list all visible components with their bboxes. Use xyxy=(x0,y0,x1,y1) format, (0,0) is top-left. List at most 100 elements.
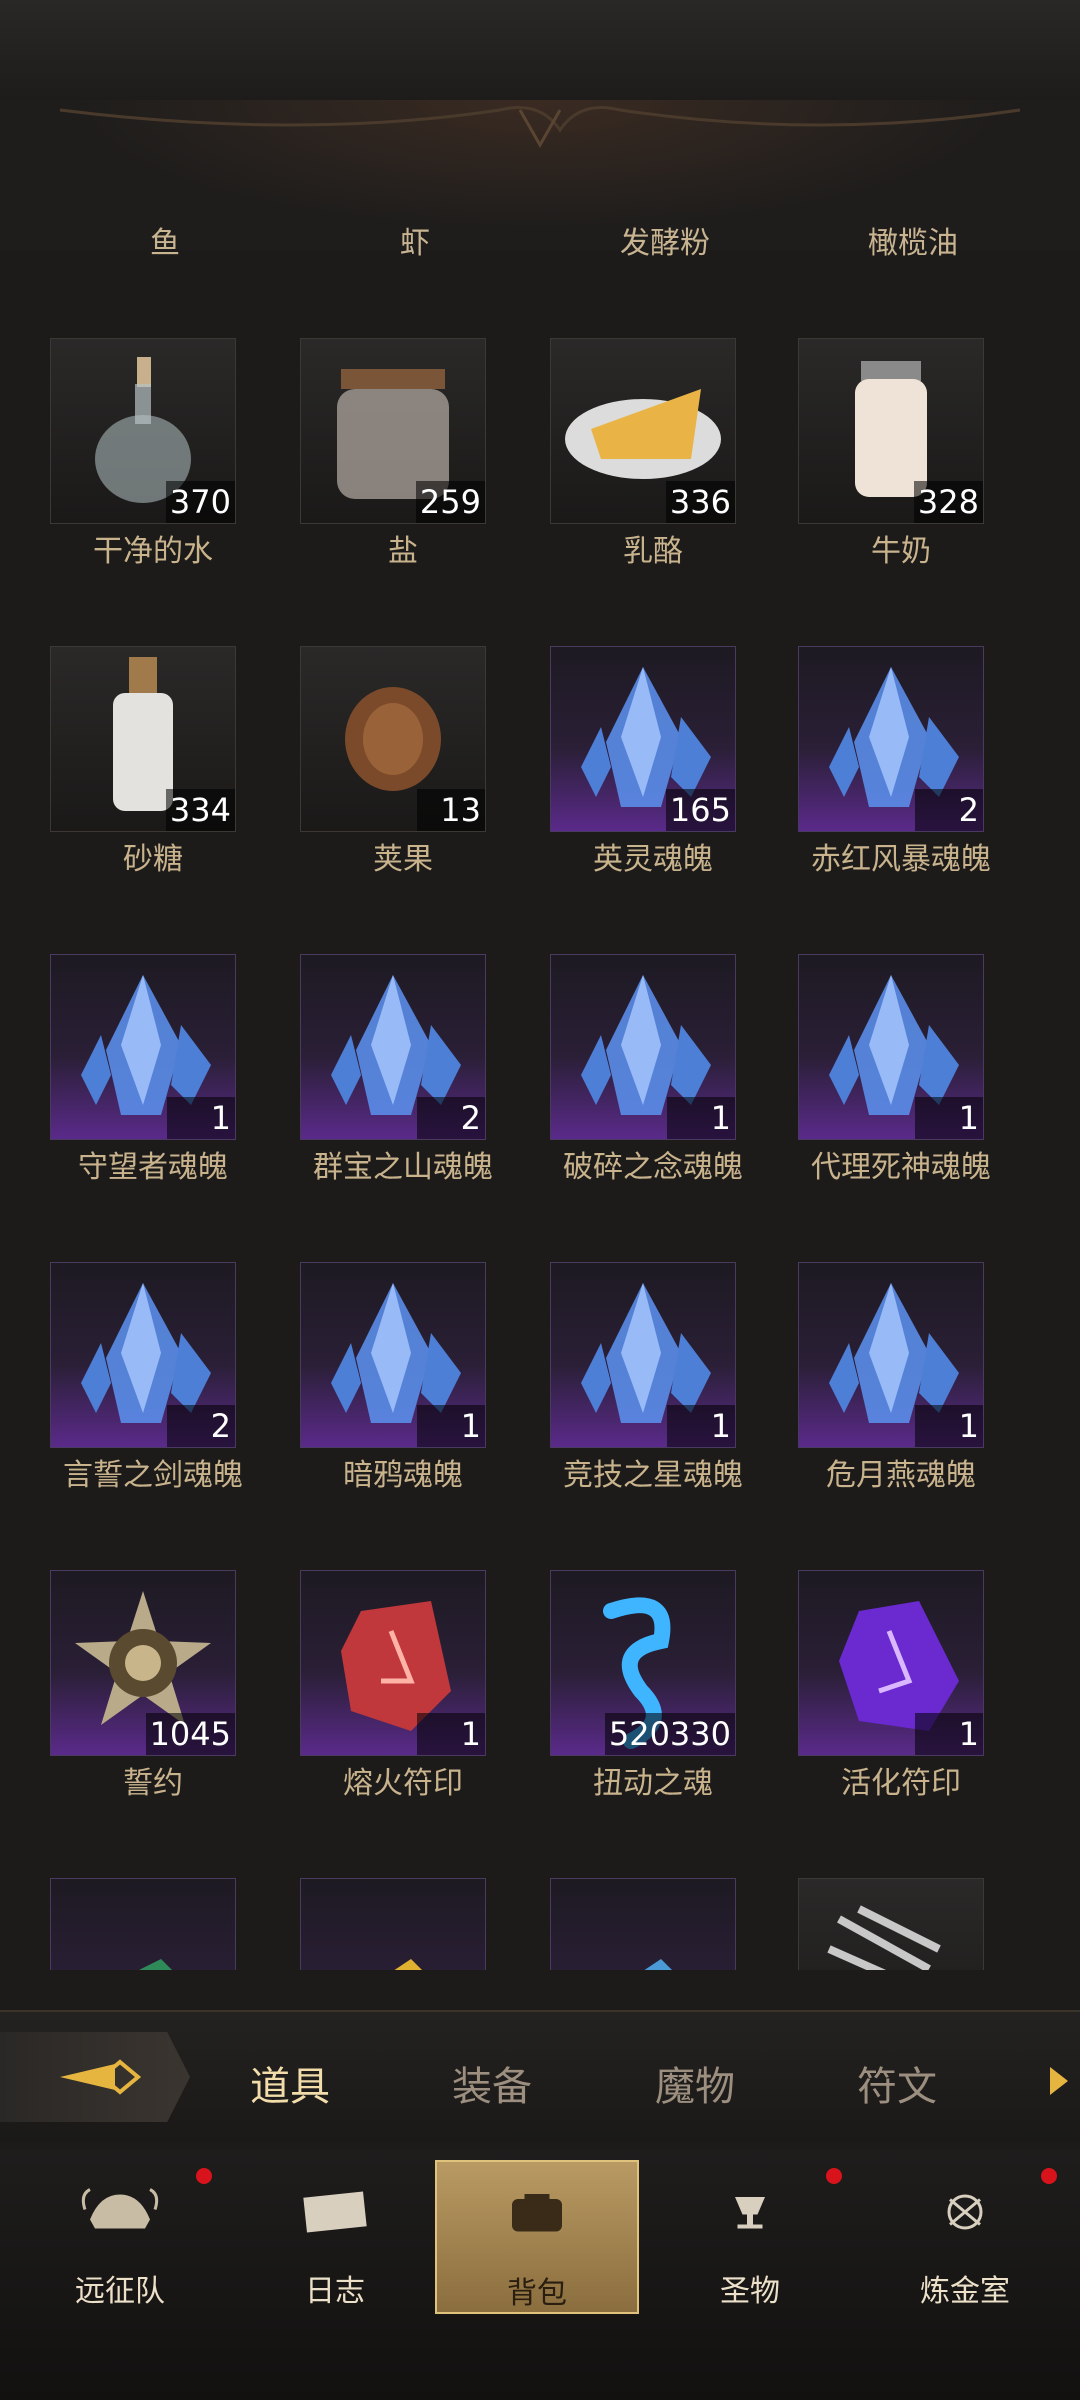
item-name: 言誓之剑魂魄 xyxy=(63,1458,243,1493)
item-name: 群宝之山魂魄 xyxy=(313,1150,493,1185)
item-slot[interactable] xyxy=(550,1878,736,1970)
item-name: 乳酪 xyxy=(623,534,683,569)
item-slot[interactable]: 1 xyxy=(50,954,236,1140)
item-slot[interactable]: 165 xyxy=(550,646,736,832)
inventory-item[interactable]: 328 牛奶 xyxy=(776,330,1026,590)
nav-item[interactable]: 圣物 xyxy=(650,2160,850,2310)
bottom-nav: 远征队 日志 背包 圣物 炼金室 xyxy=(0,2150,1080,2400)
inventory-item[interactable]: 1 活化符印 xyxy=(776,1562,1026,1822)
inventory-item[interactable]: 520330 扭动之魂 xyxy=(528,1562,778,1822)
nav-label: 炼金室 xyxy=(920,2274,1010,2309)
item-name: 扭动之魂 xyxy=(593,1766,713,1801)
item-name: 守望者魂魄 xyxy=(78,1150,228,1185)
item-count: 1 xyxy=(417,1713,485,1755)
item-count: 1 xyxy=(667,1405,735,1447)
inventory-item[interactable]: 259 盐 xyxy=(278,330,528,590)
inventory-item[interactable]: 165 英灵魂魄 xyxy=(528,638,778,898)
inventory-item[interactable]: 1 守望者魂魄 xyxy=(28,946,278,1206)
item-slot[interactable]: 1 xyxy=(300,1262,486,1448)
inventory-item[interactable]: 2 群宝之山魂魄 xyxy=(278,946,528,1206)
item-name: 盐 xyxy=(388,534,418,569)
inventory-item[interactable]: 1 熔火符印 xyxy=(278,1562,528,1822)
item-slot[interactable]: 1 xyxy=(550,954,736,1140)
item-count: 259 xyxy=(415,481,485,523)
item-name: 熔火符印 xyxy=(343,1766,463,1801)
helmet-icon xyxy=(80,2172,160,2252)
nav-item[interactable]: 背包 xyxy=(435,2160,639,2314)
back-button[interactable] xyxy=(0,2032,190,2122)
inventory-item[interactable]: 2 言誓之剑魂魄 xyxy=(28,1254,278,1514)
tab-props[interactable]: 道具 xyxy=(250,2054,330,2112)
item-slot[interactable]: 1 xyxy=(798,954,984,1140)
item-name: 赤红风暴魂魄 xyxy=(811,842,991,877)
inventory-item[interactable] xyxy=(28,1870,278,1970)
header-label-3: 橄榄油 xyxy=(868,226,958,261)
nav-item[interactable]: 日志 xyxy=(235,2160,435,2310)
inventory-item[interactable]: 336 乳酪 xyxy=(528,330,778,590)
inventory-item[interactable]: 1 代理死神魂魄 xyxy=(776,946,1026,1206)
item-count: 13 xyxy=(417,789,485,831)
inventory-item[interactable]: 1 竞技之星魂魄 xyxy=(528,1254,778,1514)
tab-runes[interactable]: 符文 xyxy=(857,2054,937,2112)
item-slot[interactable]: 259 xyxy=(300,338,486,524)
item-slot[interactable]: 328 xyxy=(798,338,984,524)
item-count: 1 xyxy=(167,1097,235,1139)
chevron-right-icon[interactable] xyxy=(1050,2067,1068,2095)
item-slot[interactable]: 2 xyxy=(50,1262,236,1448)
inventory-item[interactable]: 1045 誓约 xyxy=(28,1562,278,1822)
nav-label: 日志 xyxy=(305,2274,365,2309)
inventory-item[interactable] xyxy=(278,1870,528,1970)
nav-label: 远征队 xyxy=(75,2274,165,2309)
item-slot[interactable]: 334 xyxy=(50,646,236,832)
item-count: 336 xyxy=(665,481,735,523)
item-name: 代理死神魂魄 xyxy=(811,1150,991,1185)
inventory-grid: 370 干净的水 259 盐 336 乳酪 328 牛奶 334 砂糖 13 荚果 165 英灵魂魄 2 赤红… xyxy=(0,330,1080,1970)
item-name: 暗鸦魂魄 xyxy=(343,1458,463,1493)
scroll-icon xyxy=(295,2172,375,2252)
item-slot[interactable]: 1 xyxy=(798,1262,984,1448)
item-name: 英灵魂魄 xyxy=(593,842,713,877)
item-slot[interactable] xyxy=(798,1878,984,1970)
item-slot[interactable]: 520330 xyxy=(550,1570,736,1756)
inventory-item[interactable]: 1 破碎之念魂魄 xyxy=(528,946,778,1206)
tab-equipment[interactable]: 装备 xyxy=(452,2054,532,2112)
item-count: 2 xyxy=(417,1097,485,1139)
inventory-item[interactable]: 13 荚果 xyxy=(278,638,528,898)
inventory-item[interactable]: 334 砂糖 xyxy=(28,638,278,898)
chalice-icon xyxy=(710,2172,790,2252)
item-slot[interactable]: 1 xyxy=(300,1570,486,1756)
inventory-item[interactable]: 2 赤红风暴魂魄 xyxy=(776,638,1026,898)
inventory-item[interactable]: 370 干净的水 xyxy=(28,330,278,590)
item-slot[interactable]: 1045 xyxy=(50,1570,236,1756)
header-label-1: 虾 xyxy=(400,226,430,261)
item-name: 誓约 xyxy=(123,1766,183,1801)
item-count: 2 xyxy=(167,1405,235,1447)
item-count: 1 xyxy=(667,1097,735,1139)
inventory-item[interactable] xyxy=(528,1870,778,1970)
top-bar xyxy=(0,0,1080,102)
item-slot[interactable]: 1 xyxy=(550,1262,736,1448)
item-count: 1 xyxy=(915,1405,983,1447)
item-slot[interactable]: 2 xyxy=(300,954,486,1140)
tab-monsters[interactable]: 魔物 xyxy=(655,2054,735,2112)
item-name: 砂糖 xyxy=(123,842,183,877)
item-slot[interactable]: 1 xyxy=(798,1570,984,1756)
inventory-item[interactable]: 1 暗鸦魂魄 xyxy=(278,1254,528,1514)
item-slot[interactable]: 2 xyxy=(798,646,984,832)
item-count: 1 xyxy=(417,1405,485,1447)
inventory-item[interactable] xyxy=(776,1870,1026,1970)
nav-item[interactable]: 远征队 xyxy=(20,2160,220,2310)
nav-item[interactable]: 炼金室 xyxy=(865,2160,1065,2310)
item-count: 2 xyxy=(915,789,983,831)
backpack-icon xyxy=(497,2174,577,2254)
inventory-item[interactable]: 1 危月燕魂魄 xyxy=(776,1254,1026,1514)
item-slot[interactable] xyxy=(50,1878,236,1970)
item-name: 活化符印 xyxy=(841,1766,961,1801)
item-slot[interactable]: 370 xyxy=(50,338,236,524)
item-slot[interactable]: 13 xyxy=(300,646,486,832)
item-count: 334 xyxy=(165,789,235,831)
item-name: 竞技之星魂魄 xyxy=(563,1458,743,1493)
notification-badge xyxy=(1041,2168,1057,2184)
item-slot[interactable] xyxy=(300,1878,486,1970)
item-slot[interactable]: 336 xyxy=(550,338,736,524)
